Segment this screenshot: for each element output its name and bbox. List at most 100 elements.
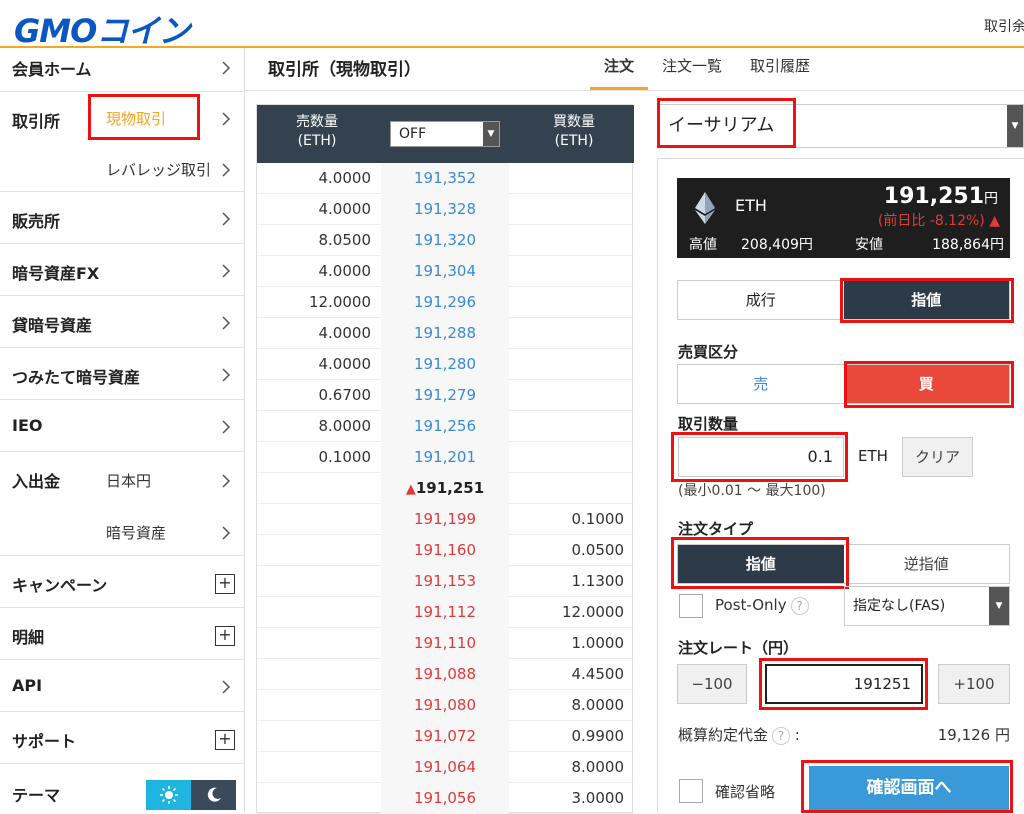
order-book-row[interactable]: ▲191,251	[257, 473, 634, 504]
header-balance-link[interactable]: 取引余	[984, 16, 1024, 36]
order-book-row[interactable]: 0.6700 191,279	[257, 380, 634, 411]
sell-qty-empty	[257, 721, 381, 752]
ticker-symbol: ETH	[735, 196, 767, 215]
chevron-down-icon: ▼	[483, 122, 499, 146]
plus-icon[interactable]: +	[215, 730, 235, 750]
sell-qty: 12.0000	[308, 293, 371, 311]
chevron-down-icon: ▼	[1007, 105, 1023, 147]
sidebar-item-spot[interactable]: 現物取引	[106, 108, 166, 129]
buy-qty-empty	[509, 163, 634, 194]
sidebar-item-label: テーマ	[12, 786, 61, 805]
order-book-row[interactable]: 4.0000 191,352	[257, 163, 634, 194]
sidebar-item-label: 貸暗号資産	[12, 316, 93, 335]
order-book-row[interactable]: 4.0000 191,304	[257, 256, 634, 287]
tab-order-list[interactable]: 注文一覧	[648, 48, 736, 90]
buy-qty: 12.0000	[561, 603, 624, 621]
order-book-row[interactable]: 191,088 4.4500	[257, 659, 634, 690]
sell-qty: 4.0000	[318, 324, 372, 342]
sidebar-item-ieo[interactable]: IEO	[0, 400, 245, 452]
buy-qty: 0.0500	[571, 541, 625, 559]
sidebar-item-tsumitate[interactable]: つみたて暗号資産	[0, 348, 245, 400]
order-book-row[interactable]: 191,072 0.9900	[257, 721, 634, 752]
order-book-row[interactable]: 0.1000 191,201	[257, 442, 634, 473]
limit-order-button[interactable]: 指値	[843, 281, 1009, 319]
buy-button[interactable]: 買	[843, 365, 1009, 403]
sell-button[interactable]: 売	[678, 365, 844, 403]
sell-price: 191,328	[381, 194, 509, 225]
sun-icon[interactable]	[146, 780, 191, 810]
asset-select[interactable]: イーサリアム ▼	[657, 104, 1024, 148]
estimate-label: 概算約定代金? :	[678, 726, 800, 745]
confirm-button[interactable]: 確認画面へ	[809, 766, 1009, 810]
buy-price: 191,072	[381, 721, 509, 752]
help-icon[interactable]: ?	[772, 727, 791, 745]
buy-qty: 3.0000	[571, 789, 625, 807]
order-book-header: 売数量 (ETH) OFF ▼ 買数量 (ETH)	[257, 105, 634, 163]
order-book-row[interactable]: 191,080 8.0000	[257, 690, 634, 721]
time-in-force-select[interactable]: 指定なし(FAS) ▼	[844, 586, 1010, 626]
tab-trade-history[interactable]: 取引履歴	[736, 48, 824, 90]
sidebar-item-crypto[interactable]: 暗号資産	[106, 522, 166, 543]
clear-button[interactable]: クリア	[902, 437, 973, 477]
market-order-button[interactable]: 成行	[678, 281, 844, 319]
order-book-row[interactable]: 8.0000 191,256	[257, 411, 634, 442]
theme-toggle[interactable]	[146, 780, 236, 810]
help-icon[interactable]: ?	[790, 597, 809, 615]
skip-confirm-checkbox[interactable]	[679, 779, 703, 803]
rate-label: 注文レート（円）	[678, 639, 799, 657]
sidebar-item-campaign[interactable]: キャンペーン +	[0, 556, 245, 608]
sidebar-item-label: 暗号資産FX	[12, 264, 100, 283]
order-book-row[interactable]: 12.0000 191,296	[257, 287, 634, 318]
sidebar-item-jpy[interactable]: 日本円	[106, 470, 151, 491]
tab-order[interactable]: 注文	[590, 48, 649, 90]
buy-price: 191,199	[381, 504, 509, 535]
sidebar-item-label: 入出金	[12, 472, 61, 491]
post-only-checkbox[interactable]	[679, 594, 703, 618]
limit-type-button[interactable]: 指値	[678, 545, 844, 583]
order-tabs: 注文 注文一覧 取引履歴	[590, 48, 824, 90]
sell-price: 191,352	[381, 163, 509, 194]
plus-icon[interactable]: +	[215, 574, 235, 594]
sell-qty: 8.0000	[318, 417, 372, 435]
sell-price: 191,201	[381, 442, 509, 473]
order-book-row[interactable]: 191,056 3.0000	[257, 783, 634, 814]
sidebar-item-sales[interactable]: 販売所	[0, 192, 245, 244]
sell-qty: 0.1000	[318, 448, 372, 466]
plus-icon[interactable]: +	[215, 626, 235, 646]
quantity-input[interactable]: 0.1	[678, 437, 844, 477]
sidebar-item-api[interactable]: API	[0, 660, 245, 712]
order-book-row[interactable]: 191,110 1.0000	[257, 628, 634, 659]
sidebar-item-member-home[interactable]: 会員ホーム	[0, 48, 245, 92]
order-book-row[interactable]: 191,160 0.0500	[257, 535, 634, 566]
mid-price: ▲191,251	[381, 473, 509, 504]
sidebar-item-statements[interactable]: 明細 +	[0, 608, 245, 660]
sidebar-item-support[interactable]: サポート +	[0, 712, 245, 764]
buy-qty-empty	[509, 225, 634, 256]
sell-price: 191,304	[381, 256, 509, 287]
order-book-row[interactable]: 4.0000 191,328	[257, 194, 634, 225]
gmo-coin-logo[interactable]: GMOコイン	[14, 6, 190, 52]
sidebar-item-crypto-fx[interactable]: 暗号資産FX	[0, 244, 245, 296]
price-group-select[interactable]: OFF ▼	[390, 121, 500, 147]
plus-100-button[interactable]: +100	[938, 664, 1010, 704]
moon-icon[interactable]	[191, 780, 236, 810]
order-book-row[interactable]: 4.0000 191,288	[257, 318, 634, 349]
order-book-row[interactable]: 8.0500 191,320	[257, 225, 634, 256]
stop-type-button[interactable]: 逆指値	[844, 545, 1010, 583]
rate-input[interactable]: 191251	[765, 664, 923, 704]
quantity-hint: (最小0.01 〜 最大100)	[678, 483, 826, 499]
order-book-row[interactable]: 191,199 0.1000	[257, 504, 634, 535]
sell-qty-empty	[257, 783, 381, 814]
sidebar-item-leverage[interactable]: レバレッジ取引	[106, 159, 211, 180]
order-book-row[interactable]: 4.0000 191,280	[257, 349, 634, 380]
skip-confirm-label: 確認省略	[715, 783, 776, 801]
sidebar-item-label: つみたて暗号資産	[12, 368, 141, 387]
sidebar-item-label: キャンペーン	[12, 576, 108, 595]
order-book-row[interactable]: 191,153 1.1300	[257, 566, 634, 597]
sidebar-item-lending[interactable]: 貸暗号資産	[0, 296, 245, 348]
sell-qty: 4.0000	[318, 355, 372, 373]
minus-100-button[interactable]: −100	[677, 664, 747, 704]
order-book-row[interactable]: 191,064 8.0000	[257, 752, 634, 783]
sell-qty: 4.0000	[318, 169, 372, 187]
order-book-row[interactable]: 191,112 12.0000	[257, 597, 634, 628]
